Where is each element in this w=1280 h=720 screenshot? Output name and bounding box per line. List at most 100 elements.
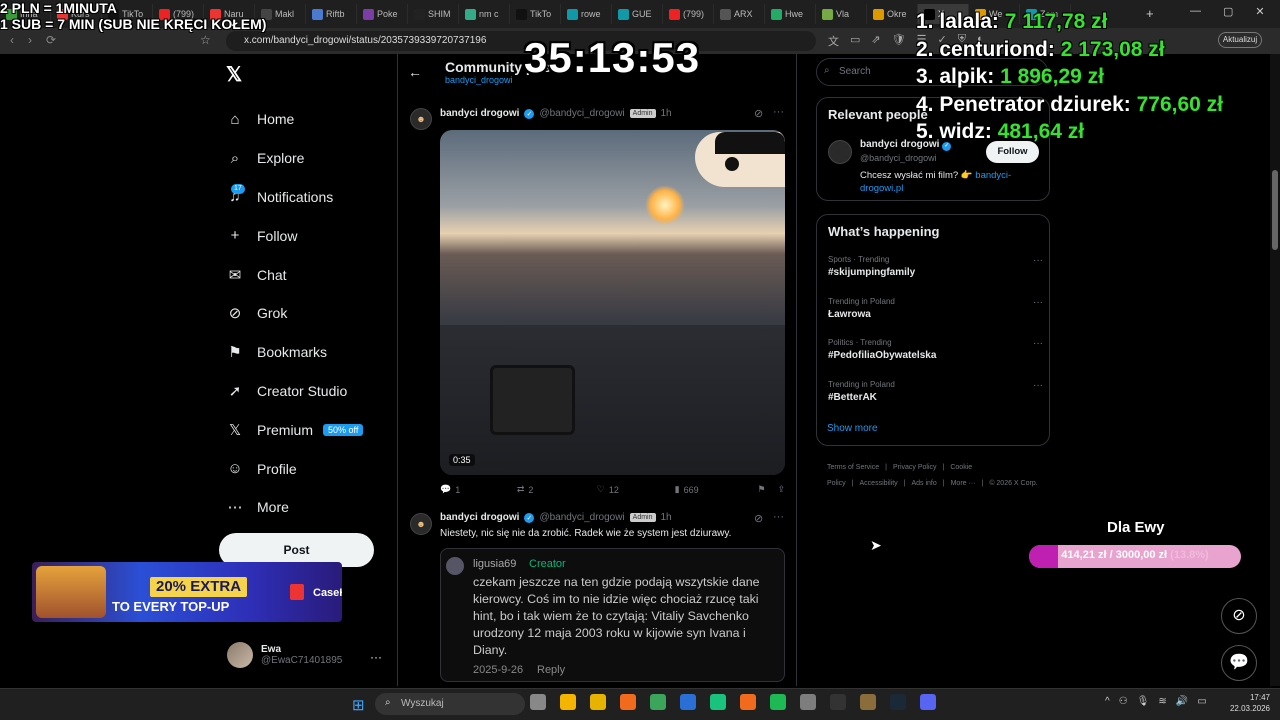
page-scrollbar[interactable] [1270, 54, 1280, 686]
share-icon[interactable]: ⇪ [777, 484, 785, 495]
taskbar-app-icon[interactable] [830, 694, 846, 710]
taskbar-app-icon[interactable] [920, 694, 936, 710]
footer-link[interactable]: © 2026 X Corp. [989, 480, 1037, 487]
browser-tab[interactable]: ARX [714, 4, 765, 24]
grok-tweet-icon[interactable]: ⊘ [754, 512, 763, 525]
windows-start-icon[interactable]: ⊞ [352, 696, 365, 714]
taskbar-app-icon[interactable] [710, 694, 726, 710]
tweet-more-icon[interactable]: ··· [773, 106, 784, 118]
volume-icon[interactable]: 🔊 [1176, 696, 1188, 707]
trend-item[interactable]: Trending in Poland Ławrowa ··· [828, 297, 1043, 320]
extension-icon[interactable]: ⇗ [871, 33, 880, 49]
sidebar-item-premium[interactable]: 𝕏 Premium 50% off [226, 410, 364, 449]
trend-item[interactable]: Sports · Trending #skijumpingfamily ··· [828, 255, 1043, 278]
page-subtitle[interactable]: bandyci_drogowi [445, 75, 513, 85]
reload-icon[interactable]: ⟳ [46, 33, 56, 47]
repost-action[interactable]: ⇄ 2 [517, 484, 597, 495]
browser-tab[interactable]: nm c [459, 4, 510, 24]
battery-icon[interactable]: ▭ [1197, 696, 1206, 707]
back-arrow-icon[interactable]: ← [408, 64, 422, 80]
network-icon[interactable]: ⚇ [1119, 696, 1128, 707]
reply-action[interactable]: 💬 1 [440, 484, 517, 495]
account-switcher[interactable]: Ewa @EwaC71401895 [227, 642, 342, 668]
author-avatar[interactable]: ☻ [410, 108, 432, 130]
account-more-icon[interactable]: ··· [370, 650, 382, 664]
footer-link[interactable]: Ads info [911, 480, 936, 487]
grok-tweet-icon[interactable]: ⊘ [754, 107, 763, 120]
extension-icon[interactable]: ▭ [850, 33, 860, 49]
browser-tab[interactable]: Okre [867, 4, 918, 24]
chat-floating-button[interactable]: 💬 [1221, 645, 1257, 681]
browser-tab[interactable]: (799) [663, 4, 714, 24]
footer-link[interactable]: Terms of Service [827, 464, 879, 471]
trend-more-icon[interactable]: ··· [1033, 380, 1043, 391]
wifi-icon[interactable]: ≋ [1158, 696, 1166, 707]
tweet-handle[interactable]: @bandyci_drogowi [539, 512, 624, 523]
quote-reply-link[interactable]: Reply [537, 664, 565, 676]
taskbar-clock[interactable]: 17:47 22.03.2026 [1228, 692, 1270, 714]
taskbar-app-icon[interactable] [650, 694, 666, 710]
trend-more-icon[interactable]: ··· [1033, 255, 1043, 266]
sidebar-item-more[interactable]: ⋯ More [226, 488, 363, 527]
taskbar-app-icon[interactable] [770, 694, 786, 710]
trend-more-icon[interactable]: ··· [1033, 338, 1043, 349]
taskbar-app-icon[interactable] [800, 694, 816, 710]
tweet-more-icon[interactable]: ··· [773, 511, 784, 523]
author-avatar[interactable]: ☻ [410, 513, 432, 535]
extension-icon[interactable]: 🛡 [892, 33, 906, 49]
taskbar-app-icon[interactable] [680, 694, 696, 710]
taskbar-app-icon[interactable] [560, 694, 576, 710]
bookmark-icon[interactable]: ⚑ [757, 484, 777, 495]
mic-icon[interactable]: 🎙 [1137, 696, 1150, 707]
show-more-link[interactable]: Show more [827, 423, 878, 434]
sidebar-item-follow[interactable]: + Follow [226, 216, 363, 255]
browser-tab[interactable]: Poke [357, 4, 408, 24]
browser-tab[interactable]: rowe [561, 4, 612, 24]
relevant-avatar[interactable] [828, 140, 852, 164]
taskbar-search-input[interactable]: Wyszukaj [375, 693, 525, 715]
extension-icon[interactable]: 文 [828, 33, 839, 49]
browser-tab[interactable]: GUE [612, 4, 663, 24]
tweet-author[interactable]: bandyci drogowi [440, 512, 519, 523]
tray-chevron-icon[interactable]: ^ [1105, 696, 1110, 707]
footer-link[interactable]: More ··· [951, 480, 976, 487]
browser-tab[interactable]: Vla [816, 4, 867, 24]
browser-tab[interactable]: SHIM [408, 4, 459, 24]
casehug-ad-banner[interactable]: 20% EXTRA TO EVERY TOP-UP CaseHug [32, 562, 342, 622]
forward-icon[interactable]: › [28, 33, 32, 47]
x-logo-icon[interactable]: 𝕏 [226, 62, 242, 87]
taskbar-app-icon[interactable] [860, 694, 876, 710]
url-field[interactable]: x.com/bandyci_drogowi/status/20357393397… [226, 31, 816, 51]
browser-tab[interactable]: TikTo [510, 4, 561, 24]
relevant-handle[interactable]: @bandyci_drogowi [860, 153, 937, 163]
sidebar-item-bookmarks[interactable]: ⚑ Bookmarks [226, 333, 363, 372]
trend-item[interactable]: Trending in Poland #BetterAK ··· [828, 380, 1043, 403]
browser-tab[interactable]: Hwe [765, 4, 816, 24]
tweet-time[interactable]: 1h [661, 512, 672, 523]
back-icon[interactable]: ‹ [10, 33, 14, 47]
footer-link[interactable]: Privacy Policy [893, 464, 937, 471]
update-browser-button[interactable]: Aktualizuj [1218, 32, 1262, 48]
sidebar-item-explore[interactable]: ⌕ Explore [226, 139, 363, 178]
scrollbar-thumb[interactable] [1272, 170, 1278, 250]
taskbar-app-icon[interactable] [890, 694, 906, 710]
browser-tab[interactable]: Riftb [306, 4, 357, 24]
sidebar-item-notifications[interactable]: ♫ 17 Notifications [226, 178, 363, 217]
footer-link[interactable]: Accessibility [860, 480, 898, 487]
close-icon[interactable]: ✕ [1255, 5, 1264, 18]
sidebar-item-home[interactable]: ⌂ Home [226, 100, 363, 139]
tweet-time[interactable]: 1h [661, 108, 672, 119]
views-action[interactable]: ▮ 669 [675, 484, 758, 495]
taskbar-app-icon[interactable] [740, 694, 756, 710]
quoted-comment[interactable]: ligusia69 Creator czekam jeszcze na ten … [440, 548, 785, 682]
video-player[interactable] [440, 130, 785, 475]
grok-floating-button[interactable]: ⊘ [1221, 598, 1257, 634]
taskbar-app-icon[interactable] [590, 694, 606, 710]
trend-more-icon[interactable]: ··· [1033, 297, 1043, 308]
sidebar-item-chat[interactable]: ✉ Chat [226, 255, 363, 294]
taskbar-app-icon[interactable] [620, 694, 636, 710]
taskbar-app-icon[interactable] [530, 694, 546, 710]
tweet-handle[interactable]: @bandyci_drogowi [539, 108, 624, 119]
like-action[interactable]: ♡ 12 [597, 484, 675, 495]
sidebar-item-grok[interactable]: ⊘ Grok [226, 294, 363, 333]
